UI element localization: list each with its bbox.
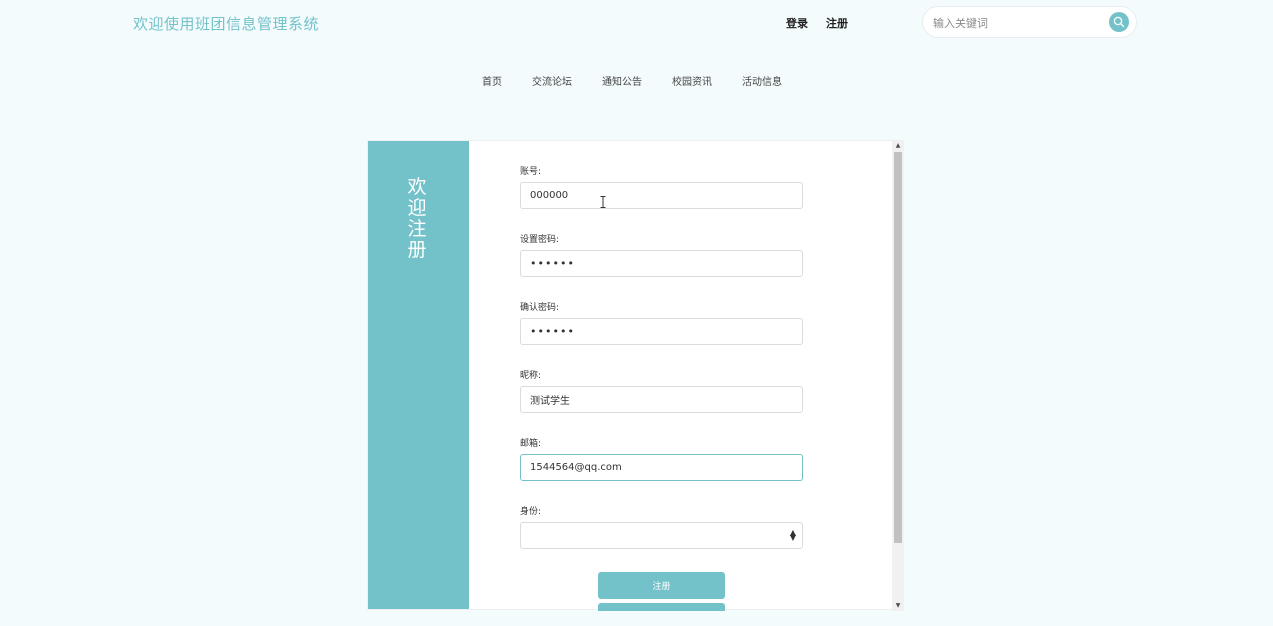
search-box (922, 6, 1137, 38)
scroll-down-arrow-icon[interactable]: ▼ (894, 601, 902, 611)
password-label: 设置密码: (520, 235, 560, 245)
register-submit-button[interactable]: 注册 (598, 572, 725, 599)
search-icon (1113, 16, 1125, 28)
nickname-field: 昵称: (520, 367, 804, 435)
confirm-password-field: 确认密码: (520, 299, 804, 367)
password-field: 设置密码: (520, 231, 804, 299)
account-input[interactable] (520, 182, 803, 209)
account-label: 账号: (520, 167, 542, 177)
login-link[interactable]: 登录 (786, 15, 808, 31)
identity-label: 身份: (520, 507, 542, 517)
password-input[interactable] (520, 250, 803, 277)
scrollbar[interactable]: ▲ ▼ (892, 141, 904, 611)
identity-select-wrap: ▲ ▼ (520, 522, 804, 549)
account-field: 账号: (520, 163, 804, 231)
secondary-button[interactable] (598, 603, 725, 611)
confirm-password-input[interactable] (520, 318, 803, 345)
nickname-label: 昵称: (520, 371, 542, 381)
search-button[interactable] (1109, 12, 1129, 32)
register-form: 账号: 设置密码: 确认密码: 昵称: 邮箱: 身份: ▲▼ (520, 163, 804, 571)
scroll-up-arrow-icon[interactable]: ▲ (894, 141, 902, 151)
nav-item-forum[interactable]: 交流论坛 (532, 73, 572, 88)
search-input[interactable] (933, 14, 1103, 32)
email-input[interactable] (520, 454, 803, 481)
auth-links: 登录 注册 (786, 15, 848, 31)
nav-item-home[interactable]: 首页 (482, 73, 502, 88)
nav-item-activities[interactable]: 活动信息 (742, 73, 782, 88)
scrollbar-thumb[interactable] (894, 152, 902, 543)
identity-select[interactable] (520, 522, 803, 549)
nav-item-campus-news[interactable]: 校园资讯 (672, 73, 712, 88)
email-field: 邮箱: (520, 435, 804, 503)
site-title: 欢迎使用班团信息管理系统 (133, 15, 320, 33)
nav-item-notices[interactable]: 通知公告 (602, 73, 642, 88)
welcome-sidebar: 欢迎注册 (368, 141, 469, 609)
register-link[interactable]: 注册 (826, 15, 848, 31)
confirm-password-label: 确认密码: (520, 303, 560, 313)
text-cursor-icon (600, 196, 606, 208)
identity-field: 身份: ▲ ▼ (520, 503, 804, 571)
main-nav: 首页 交流论坛 通知公告 校园资讯 活动信息 (482, 73, 782, 88)
register-panel: 欢迎注册 账号: 设置密码: 确认密码: 昵称: 邮箱: 身份: ▲▼ (367, 140, 904, 611)
nickname-input[interactable] (520, 386, 803, 413)
welcome-heading: 欢迎注册 (407, 176, 427, 261)
email-label: 邮箱: (520, 439, 542, 449)
